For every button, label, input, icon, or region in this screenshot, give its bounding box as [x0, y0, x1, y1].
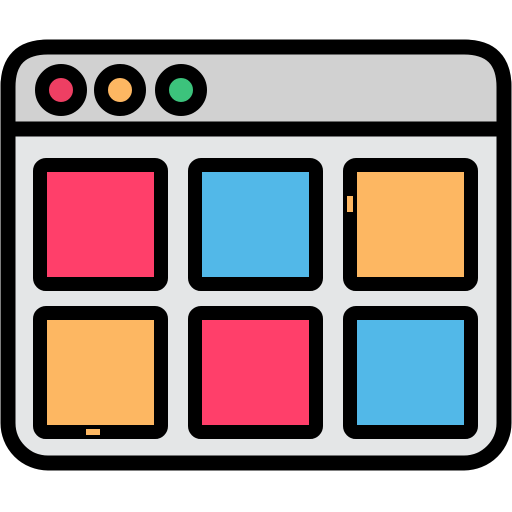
browser-window-grid-icon: [0, 0, 512, 512]
tile-orange: [33, 306, 168, 439]
close-dot-icon: [35, 64, 87, 116]
tile-orange: [343, 158, 478, 291]
tile-blue: [188, 158, 323, 291]
minimize-dot-icon: [94, 64, 146, 116]
browser-window-grid-icon-graphic: [0, 39, 512, 471]
maximize-dot-icon: [155, 64, 207, 116]
window-controls: [35, 64, 207, 116]
tile-red: [188, 306, 323, 439]
tile-blue: [343, 306, 478, 439]
tile-red: [33, 158, 168, 291]
